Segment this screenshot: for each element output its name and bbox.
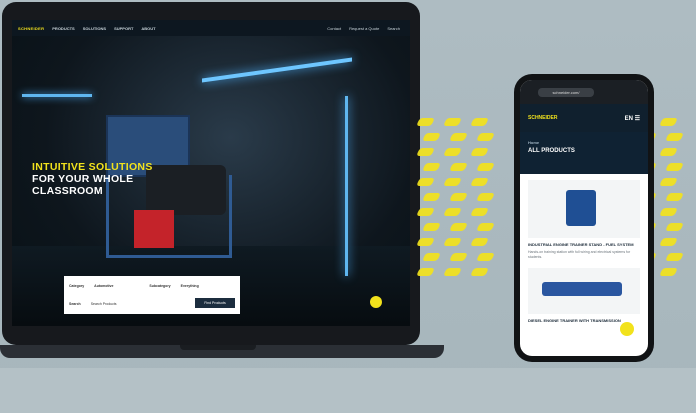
- phone-brand-logo[interactable]: SCHNEIDER: [528, 115, 557, 121]
- product-thumbnail: [566, 190, 596, 226]
- product-card-image[interactable]: [528, 180, 640, 238]
- yellow-dash: [449, 223, 468, 231]
- laptop-notch: [180, 345, 256, 350]
- yellow-dash: [416, 178, 435, 186]
- browser-bar: schneider.com/: [520, 80, 648, 104]
- yellow-dash: [422, 253, 441, 261]
- yellow-dash: [422, 163, 441, 171]
- phone-nav: SCHNEIDER EN ☰: [520, 104, 648, 132]
- yellow-dash: [449, 133, 468, 141]
- search-row-input: Search Search Products: [69, 298, 117, 310]
- hero-line-3: CLASSROOM: [32, 185, 103, 197]
- yellow-dash: [449, 253, 468, 261]
- yellow-dash: [443, 178, 462, 186]
- floor: [0, 368, 696, 413]
- yellow-dash: [416, 208, 435, 216]
- product-thumbnail: [542, 282, 622, 296]
- yellow-dash: [443, 238, 462, 246]
- neon-light: [345, 96, 348, 276]
- yellow-dash: [659, 268, 678, 276]
- search-row-category[interactable]: Category Automotive Subcategory Everythi…: [69, 280, 199, 292]
- chat-bubble-icon[interactable]: [370, 296, 382, 308]
- product-search-panel: Category Automotive Subcategory Everythi…: [64, 276, 240, 314]
- laptop: SCHNEIDER PRODUCTS SOLUTIONS SUPPORT ABO…: [2, 2, 420, 345]
- menu-icon[interactable]: EN ☰: [625, 115, 640, 122]
- yellow-dash: [476, 163, 495, 171]
- yellow-dash: [476, 133, 495, 141]
- yellow-dash: [470, 118, 489, 126]
- nav-item-products[interactable]: PRODUCTS: [52, 26, 74, 31]
- brand-logo[interactable]: SCHNEIDER: [18, 26, 44, 31]
- yellow-dash: [422, 193, 441, 201]
- hero-line-1: INTUITIVE SOLUTIONS: [32, 161, 153, 173]
- yellow-dash: [449, 193, 468, 201]
- yellow-dash: [416, 148, 435, 156]
- yellow-dash: [416, 268, 435, 276]
- neon-light: [202, 57, 352, 83]
- yellow-dash: [470, 268, 489, 276]
- yellow-dash: [665, 163, 684, 171]
- hero-line-2: FOR YOUR WHOLE: [32, 173, 134, 185]
- product-description: Hands-on training station with full wiri…: [528, 250, 631, 259]
- yellow-dash: [422, 133, 441, 141]
- subcategory-select[interactable]: Everything: [181, 284, 199, 288]
- product-card-image[interactable]: [528, 268, 640, 314]
- nav-contact-link[interactable]: Contact: [327, 26, 341, 31]
- yellow-dash: [443, 148, 462, 156]
- search-label: Search: [69, 302, 81, 306]
- phone-page-header: Home ALL PRODUCTS: [520, 132, 648, 174]
- nav-item-solutions[interactable]: SOLUTIONS: [83, 26, 106, 31]
- yellow-dash: [659, 178, 678, 186]
- nav-item-about[interactable]: ABOUT: [141, 26, 155, 31]
- yellow-dash: [665, 223, 684, 231]
- nav-item-support[interactable]: SUPPORT: [114, 26, 133, 31]
- yellow-dash: [659, 118, 678, 126]
- product-title[interactable]: INDUSTRIAL ENGINE TRAINER STAND - FUEL S…: [528, 242, 640, 247]
- phone: schneider.com/ SCHNEIDER EN ☰ Home ALL P…: [514, 74, 654, 362]
- nav-quote-link[interactable]: Request a Quote: [349, 26, 379, 31]
- yellow-dash: [443, 118, 462, 126]
- chat-bubble-icon[interactable]: [620, 322, 634, 336]
- yellow-dash: [659, 208, 678, 216]
- yellow-dash: [470, 148, 489, 156]
- yellow-dash: [449, 163, 468, 171]
- yellow-dash: [470, 238, 489, 246]
- phone-screen: schneider.com/ SCHNEIDER EN ☰ Home ALL P…: [520, 80, 648, 356]
- find-products-button[interactable]: Find Products: [195, 298, 235, 308]
- yellow-dash: [665, 193, 684, 201]
- yellow-dash: [476, 223, 495, 231]
- nav-search-link[interactable]: Search: [387, 26, 400, 31]
- yellow-dash: [416, 238, 435, 246]
- yellow-dash: [665, 133, 684, 141]
- yellow-dash: [476, 253, 495, 261]
- laptop-base: [0, 345, 444, 358]
- yellow-dash: [659, 238, 678, 246]
- category-select[interactable]: Automotive: [94, 284, 113, 288]
- page-title: ALL PRODUCTS: [528, 148, 575, 154]
- yellow-dash: [476, 193, 495, 201]
- hero-heading: INTUITIVE SOLUTIONS FOR YOUR WHOLE CLASS…: [32, 161, 153, 197]
- yellow-dash: [443, 268, 462, 276]
- breadcrumb[interactable]: Home: [528, 132, 648, 145]
- yellow-dash: [665, 253, 684, 261]
- search-input[interactable]: Search Products: [91, 302, 117, 306]
- subcategory-label: Subcategory: [149, 284, 171, 288]
- category-label: Category: [69, 284, 85, 288]
- neon-light: [22, 94, 92, 97]
- yellow-dash: [422, 223, 441, 231]
- rig-engine: [146, 165, 226, 215]
- yellow-dash: [470, 178, 489, 186]
- top-nav: SCHNEIDER PRODUCTS SOLUTIONS SUPPORT ABO…: [12, 20, 410, 36]
- url-field[interactable]: schneider.com/: [538, 87, 594, 97]
- yellow-dash: [443, 208, 462, 216]
- yellow-dash: [659, 148, 678, 156]
- yellow-dash: [416, 118, 435, 126]
- rig-tank: [134, 210, 174, 248]
- yellow-dash: [470, 208, 489, 216]
- laptop-screen: SCHNEIDER PRODUCTS SOLUTIONS SUPPORT ABO…: [12, 20, 410, 326]
